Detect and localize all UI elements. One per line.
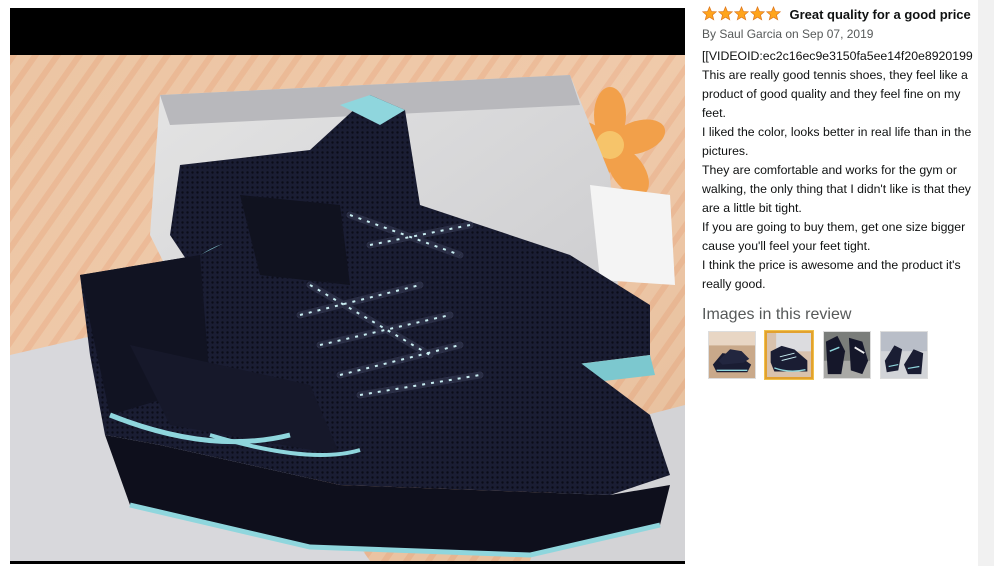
review-media-viewer[interactable] (10, 8, 685, 564)
review-paragraph: I liked the color, looks better in real … (702, 125, 972, 158)
star-icon (702, 6, 717, 21)
review-paragraph: If you are going to buy them, get one si… (702, 220, 966, 253)
video-id-line: [[VIDEOID:ec2c16ec9e3150fa5ee14f20e89201… (702, 49, 973, 63)
review-panel: Great quality for a good price By Saul G… (702, 0, 978, 566)
review-image-thumbnail[interactable] (708, 331, 756, 379)
review-image-thumbnail-selected[interactable] (765, 331, 814, 379)
star-rating (702, 5, 782, 23)
shoe-photo-thumbnail-4-icon (881, 332, 928, 378)
review-image-thumbnail[interactable] (822, 331, 871, 379)
review-image-thumbnails (708, 331, 933, 379)
review-header: Great quality for a good price (702, 5, 971, 25)
review-paragraph: They are comfortable and works for the g… (702, 163, 971, 215)
star-icon (718, 6, 733, 21)
shoe-photo-thumbnail-2-icon (767, 333, 812, 377)
images-heading: Images in this review (702, 306, 852, 323)
review-paragraph: I think the price is awesome and the pro… (702, 258, 961, 291)
review-image-thumbnail[interactable] (880, 331, 929, 379)
vertical-scrollbar[interactable] (978, 0, 994, 566)
review-byline: By Saul Garcia on Sep 07, 2019 (702, 27, 874, 41)
star-icon (766, 6, 781, 21)
shoe-photo-thumbnail-3-icon (823, 332, 870, 378)
star-icon (734, 6, 749, 21)
review-title: Great quality for a good price (789, 6, 971, 22)
review-paragraph: This are really good tennis shoes, they … (702, 68, 968, 120)
review-body: [[VIDEOID:ec2c16ec9e3150fa5ee14f20e89201… (702, 47, 978, 294)
sneakers-photo (10, 55, 685, 561)
shoe-photo-thumbnail-1-icon (709, 332, 755, 378)
star-icon (750, 6, 765, 21)
